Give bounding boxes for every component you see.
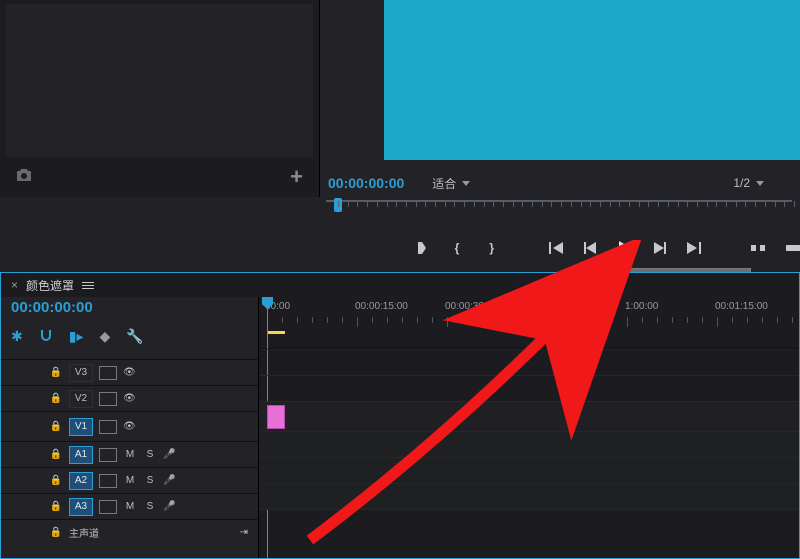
eye-icon[interactable]: 👁 (123, 421, 136, 432)
master-label: 主声道 (69, 525, 129, 540)
expand-icon[interactable]: ⇥ (240, 527, 248, 538)
lock-icon[interactable]: 🔒 (49, 527, 63, 538)
track-a1[interactable]: 🔒 A1 M S 🎤 (1, 441, 258, 467)
chevron-down-icon (462, 181, 470, 186)
track-row-master[interactable] (259, 509, 799, 535)
track-master[interactable]: 🔒 主声道 ⇥ (1, 519, 258, 545)
sync-lock-icon[interactable] (99, 392, 117, 406)
track-label-a2[interactable]: A2 (69, 472, 93, 490)
solo-toggle[interactable]: S (143, 501, 157, 512)
transport-bar: { } (320, 232, 800, 264)
lock-icon[interactable]: 🔒 (49, 501, 63, 512)
sync-lock-icon[interactable] (99, 448, 117, 462)
timeline-timecode[interactable]: 00:00:00:00 (11, 299, 93, 316)
snap-tool-icon[interactable]: ✱ (11, 328, 23, 345)
lock-icon[interactable]: 🔒 (49, 393, 63, 404)
mute-toggle[interactable]: M (123, 449, 137, 460)
go-to-out-icon[interactable] (687, 240, 702, 256)
track-label-v3[interactable]: V3 (69, 364, 93, 382)
track-row-a1[interactable] (259, 431, 799, 457)
timeline-panel: × 颜色遮罩 00:00:00:00 ✱ ▮▸ ◆ 🔧 🔒 V3 👁 (0, 272, 800, 559)
sync-lock-icon[interactable] (99, 366, 117, 380)
track-a3[interactable]: 🔒 A3 M S 🎤 (1, 493, 258, 519)
track-label-v2[interactable]: V2 (69, 390, 93, 408)
ruler-label: 00:01:15:00 (715, 301, 799, 312)
ruler-label: 00:00:15:00 (355, 301, 445, 312)
program-scrubber[interactable] (326, 200, 792, 226)
eye-icon[interactable]: 👁 (123, 367, 136, 378)
lock-icon[interactable]: 🔒 (49, 475, 63, 486)
ruler-label: 00:00:30:00 (445, 301, 535, 312)
timeline-tracks-area[interactable]: 00:0000:00:15:0000:00:30:0000:00:45:001:… (259, 297, 799, 558)
track-row-a3[interactable] (259, 483, 799, 509)
mic-icon[interactable]: 🎤 (163, 475, 175, 486)
lock-icon[interactable]: 🔒 (49, 367, 63, 378)
track-label-a1[interactable]: A1 (69, 446, 93, 464)
mic-icon[interactable]: 🎤 (163, 449, 175, 460)
bracket-in-icon[interactable]: { (450, 240, 465, 256)
sync-lock-icon[interactable] (99, 420, 117, 434)
add-icon[interactable]: + (290, 164, 303, 190)
track-label-a3[interactable]: A3 (69, 498, 93, 516)
wrench-tool-icon[interactable]: 🔧 (126, 328, 143, 345)
timeline-ruler[interactable]: 00:0000:00:15:0000:00:30:0000:00:45:001:… (259, 297, 799, 349)
program-panel: 00:00:00:00 适合 1/2 (320, 0, 800, 197)
ruler-label: 1:00:00 (625, 301, 715, 312)
program-timecode[interactable]: 00:00:00:00 (328, 175, 404, 191)
solo-toggle[interactable]: S (143, 475, 157, 486)
fit-label: 适合 (432, 175, 456, 192)
track-v2[interactable]: 🔒 V2 👁 (1, 385, 258, 411)
track-a2[interactable]: 🔒 A2 M S 🎤 (1, 467, 258, 493)
mute-toggle[interactable]: M (123, 475, 137, 486)
lift-icon[interactable] (751, 240, 766, 256)
sequence-title[interactable]: 颜色遮罩 (26, 277, 74, 294)
close-tab-icon[interactable]: × (11, 278, 18, 292)
track-v3[interactable]: 🔒 V3 👁 (1, 359, 258, 385)
track-row-v2[interactable] (259, 375, 799, 401)
step-forward-icon[interactable] (652, 240, 667, 256)
eye-icon[interactable]: 👁 (123, 393, 136, 404)
camera-icon[interactable] (16, 168, 32, 186)
mic-icon[interactable]: 🎤 (163, 501, 175, 512)
bracket-out-icon[interactable]: } (484, 240, 499, 256)
magnet-tool-icon[interactable] (39, 328, 53, 345)
track-v1[interactable]: 🔒 V1 👁 (1, 411, 258, 441)
track-row-a2[interactable] (259, 457, 799, 483)
work-area-bar[interactable] (267, 331, 285, 334)
fit-dropdown[interactable]: 适合 (432, 175, 470, 192)
sync-lock-icon[interactable] (99, 474, 117, 488)
cursor-icon (622, 248, 636, 266)
ruler-label: 00:00 (265, 301, 355, 312)
panel-menu-icon[interactable] (82, 282, 94, 289)
track-label-v1[interactable]: V1 (69, 418, 93, 436)
lock-icon[interactable]: 🔒 (49, 449, 63, 460)
go-to-in-icon[interactable] (548, 240, 563, 256)
scale-dropdown[interactable]: 1/2 (733, 176, 764, 190)
extract-icon[interactable] (785, 240, 800, 256)
video-clip[interactable] (267, 405, 285, 429)
track-row-v3[interactable] (259, 349, 799, 375)
solo-toggle[interactable]: S (143, 449, 157, 460)
chevron-down-icon (756, 181, 764, 186)
step-back-icon[interactable] (583, 240, 598, 256)
lock-icon[interactable]: 🔒 (49, 421, 63, 432)
scale-label: 1/2 (733, 176, 750, 190)
track-row-v1[interactable] (259, 401, 799, 431)
track-header-panel: 00:00:00:00 ✱ ▮▸ ◆ 🔧 🔒 V3 👁 🔒 V2 (1, 297, 259, 558)
marker-tool-icon[interactable]: ◆ (99, 328, 110, 345)
ruler-label: 00:00:45:00 (535, 301, 625, 312)
mark-in-icon[interactable] (415, 240, 430, 256)
mute-toggle[interactable]: M (123, 501, 137, 512)
sync-lock-icon[interactable] (99, 500, 117, 514)
linked-selection-icon[interactable]: ▮▸ (69, 328, 84, 345)
source-monitor (6, 4, 313, 164)
program-monitor[interactable] (384, 0, 800, 160)
source-panel: 00;00;00;00 + (0, 0, 320, 197)
